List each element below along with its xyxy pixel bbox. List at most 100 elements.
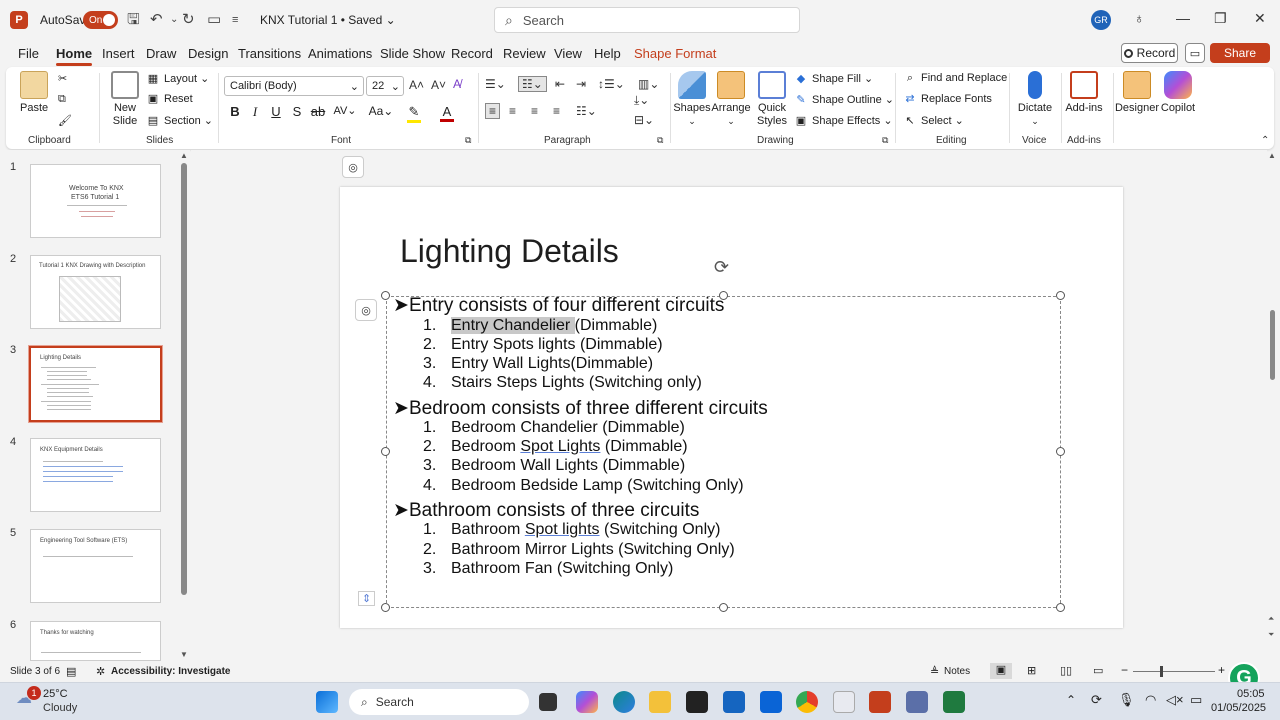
edge-icon[interactable] <box>613 691 635 713</box>
resize-handle[interactable] <box>381 291 390 300</box>
lightbulb-icon[interactable]: ♁ <box>1134 10 1145 26</box>
format-painter-icon[interactable]: 🖌 <box>58 114 72 127</box>
tab-transitions[interactable]: Transitions <box>238 46 301 61</box>
share-button[interactable]: Share <box>1210 43 1270 63</box>
prev-slide-icon[interactable]: ⏶ <box>1268 614 1274 624</box>
slide-thumbnail-2[interactable]: Tutorial 1 KNX Drawing with Description <box>30 255 161 329</box>
slide-thumbnail-6[interactable]: Thanks for watching <box>30 621 161 661</box>
tab-review[interactable]: Review <box>503 46 546 61</box>
slide-thumbnail-5[interactable]: Engineering Tool Software (ETS) <box>30 529 161 603</box>
accessibility-icon[interactable]: ✲ <box>96 665 105 678</box>
replace-fonts-button[interactable]: ⇄ Replace Fonts <box>903 93 992 105</box>
restore-icon[interactable]: ❐ <box>1214 10 1227 27</box>
copilot-float-icon[interactable]: ◎ <box>342 156 364 178</box>
shape-outline-button[interactable]: ✎ Shape Outline ⌄ <box>794 93 894 107</box>
tab-slide-show[interactable]: Slide Show <box>380 46 445 61</box>
thumbnail-scrollbar[interactable] <box>181 163 187 595</box>
outlook-icon[interactable] <box>723 691 745 713</box>
arrange-button[interactable]: Arrange ⌄ <box>711 71 751 128</box>
minimize-icon[interactable]: — <box>1176 10 1190 26</box>
record-button[interactable]: Record <box>1121 43 1178 63</box>
slide-thumbnail-3[interactable]: Lighting Details <box>28 345 163 423</box>
align-left-icon[interactable]: ≡ <box>485 103 501 119</box>
document-title[interactable]: KNX Tutorial 1 • Saved ⌄ <box>260 13 396 27</box>
section-button[interactable]: ▤ Section ⌄ <box>146 114 213 128</box>
zoom-slider-thumb[interactable] <box>1160 666 1163 677</box>
zoom-in-icon[interactable]: + <box>1218 663 1225 677</box>
comments-button[interactable]: ▭ <box>1185 43 1205 63</box>
copilot-inline-icon[interactable]: ◎ <box>355 299 377 321</box>
tab-file[interactable]: File <box>18 46 39 61</box>
shrink-font-icon[interactable]: A˅ <box>431 78 446 92</box>
autofit-options-icon[interactable]: ⇕ <box>358 591 376 606</box>
columns-icon[interactable]: ▥⌄ <box>638 77 659 91</box>
app-icon[interactable] <box>833 691 855 713</box>
microphone-tray-icon[interactable]: 🎙 <box>1118 692 1135 708</box>
distributed-icon[interactable]: ☷⌄ <box>576 104 597 118</box>
redo-icon[interactable]: ↻ <box>182 10 195 30</box>
battery-icon[interactable]: ▭ <box>1190 692 1202 708</box>
wifi-icon[interactable]: ◠ <box>1145 692 1156 708</box>
line-spacing-icon[interactable]: ↕☰⌄ <box>598 77 625 91</box>
find-and-replace-button[interactable]: ⌕ Find and Replace <box>903 72 1007 84</box>
bullets-icon[interactable]: ☰⌄ <box>485 77 506 91</box>
character-spacing-icon[interactable]: AV⌄ <box>332 104 358 117</box>
sync-icon[interactable]: ⟳ <box>1091 692 1102 708</box>
select-button[interactable]: ↖ Select ⌄ <box>903 114 963 128</box>
copilot-button[interactable]: Copilot <box>1160 71 1196 115</box>
windows-start-icon[interactable] <box>316 691 338 713</box>
outlook-new-icon[interactable] <box>760 691 782 713</box>
font-dialog-launcher-icon[interactable]: ⧉ <box>465 135 471 146</box>
chrome-icon[interactable] <box>796 691 818 713</box>
save-icon[interactable]: 🖫 <box>127 10 140 30</box>
paragraph-dialog-launcher-icon[interactable]: ⧉ <box>657 135 663 146</box>
layout-button[interactable]: ▦ Layout ⌄ <box>146 72 210 86</box>
clock-date[interactable]: 01/05/2025 <box>1211 702 1266 714</box>
drawing-dialog-launcher-icon[interactable]: ⧉ <box>882 135 888 146</box>
tab-record[interactable]: Record <box>451 46 493 61</box>
numbering-icon[interactable]: ☷⌄ <box>518 76 547 92</box>
font-size-select[interactable]: 22 ⌄ <box>366 76 404 96</box>
volume-icon[interactable]: ◁× <box>1166 692 1184 708</box>
resize-handle[interactable] <box>1056 291 1065 300</box>
scroll-down-icon[interactable]: ▼ <box>180 650 188 659</box>
reading-view-icon[interactable]: ▯▯ <box>1060 664 1072 677</box>
align-right-icon[interactable]: ≡ <box>531 104 538 118</box>
clear-formatting-icon[interactable]: A̸ <box>453 77 461 91</box>
excel-icon[interactable] <box>943 691 965 713</box>
font-family-select[interactable]: Calibri (Body) ⌄ <box>224 76 364 96</box>
resize-handle[interactable] <box>381 603 390 612</box>
shadow-icon[interactable]: S <box>289 104 305 119</box>
resize-handle[interactable] <box>1056 603 1065 612</box>
slide-thumbnail-4[interactable]: KNX Equipment Details <box>30 438 161 512</box>
font-color-icon[interactable]: A <box>440 104 454 122</box>
user-avatar[interactable]: GR <box>1091 10 1111 30</box>
slide-title[interactable]: Lighting Details <box>400 233 619 270</box>
tab-home[interactable]: Home <box>56 46 93 66</box>
scroll-up-icon[interactable]: ▲ <box>1268 151 1276 160</box>
zoom-slider[interactable] <box>1133 671 1215 672</box>
tab-design[interactable]: Design <box>188 46 228 61</box>
addins-button[interactable]: Add-ins <box>1064 71 1104 115</box>
resize-handle[interactable] <box>719 603 728 612</box>
shapes-button[interactable]: Shapes ⌄ <box>673 71 711 128</box>
tab-shape-format[interactable]: Shape Format <box>634 46 716 61</box>
start-from-beginning-icon[interactable]: ▭ <box>207 10 221 30</box>
show-hidden-icons[interactable]: ⌃ <box>1066 693 1076 707</box>
zoom-out-icon[interactable]: − <box>1121 663 1128 677</box>
tab-view[interactable]: View <box>554 46 582 61</box>
copilot-taskbar-icon[interactable] <box>576 691 598 713</box>
spelling-icon[interactable]: ▤ <box>66 665 76 678</box>
grow-font-icon[interactable]: A˄ <box>409 78 424 92</box>
tab-help[interactable]: Help <box>594 46 621 61</box>
canvas-scrollbar[interactable] <box>1270 310 1275 380</box>
next-slide-icon[interactable]: ⏷ <box>1268 630 1274 640</box>
file-explorer-icon[interactable] <box>649 691 671 713</box>
italic-icon[interactable]: I <box>247 104 263 120</box>
shape-effects-button[interactable]: ▣ Shape Effects ⌄ <box>794 114 893 128</box>
powerpoint-taskbar-icon[interactable] <box>869 691 891 713</box>
slide-thumbnail-1[interactable]: Welcome To KNX ETS6 Tutorial 1 <box>30 164 161 238</box>
decrease-indent-icon[interactable]: ⇤ <box>555 77 565 91</box>
normal-view-icon[interactable]: ▣ <box>990 663 1012 679</box>
slide-sorter-icon[interactable]: ⊞ <box>1027 664 1036 677</box>
